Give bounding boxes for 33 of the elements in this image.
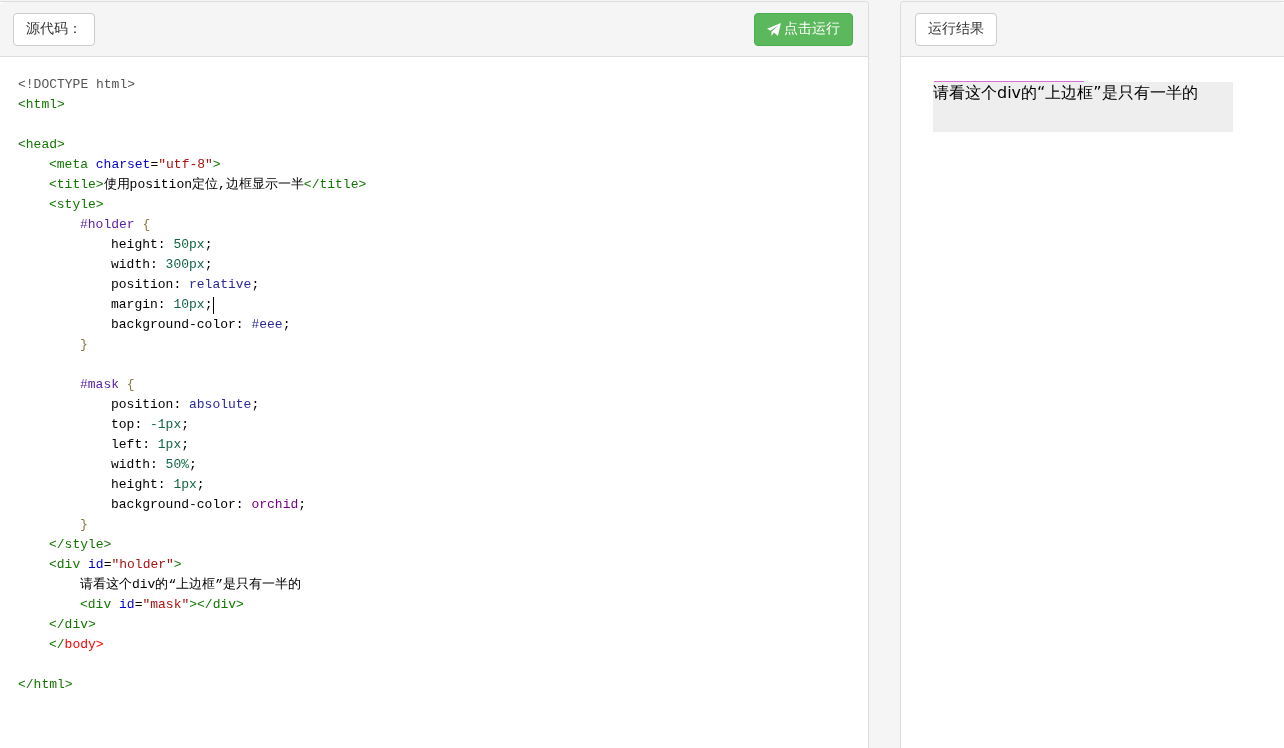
code-line: </body> — [49, 636, 104, 654]
code-line: background-color: orchid; — [111, 496, 307, 514]
code-line: margin: 10px; — [111, 296, 213, 314]
code-line: } — [80, 336, 88, 354]
code-line: top: -1px; — [111, 416, 190, 434]
code-line: <!DOCTYPE html> — [18, 76, 136, 94]
code-line: <head> — [18, 136, 65, 154]
preview-text: 请看这个div的“上边框”是只有一半的 — [933, 83, 1198, 102]
code-line: } — [80, 516, 88, 534]
code-line: position: absolute; — [111, 396, 260, 414]
source-code-button[interactable]: 源代码： — [13, 12, 95, 46]
code-line: #mask { — [80, 376, 135, 394]
code-line: <style> — [49, 196, 104, 214]
code-line: position: relative; — [111, 276, 260, 294]
code-line: width: 300px; — [111, 256, 213, 274]
code-line: <div id="mask"></div> — [80, 596, 244, 614]
code-line: width: 50%; — [111, 456, 197, 474]
paper-plane-icon — [767, 22, 781, 36]
code-line: <div id="holder"> — [49, 556, 182, 574]
code-line: #holder { — [80, 216, 151, 234]
code-line: </style> — [49, 536, 112, 554]
code-line: </div> — [49, 616, 96, 634]
text-cursor-icon — [213, 296, 215, 314]
run-result-button[interactable]: 运行结果 — [915, 12, 997, 46]
code-line: </html> — [18, 676, 73, 694]
code-line: left: 1px; — [111, 436, 190, 454]
code-line: 请看这个div的“上边框”是只有一半的 — [80, 576, 301, 594]
code-line: <meta charset="utf-8"> — [49, 156, 221, 174]
code-line: height: 50px; — [111, 236, 213, 254]
code-line: <html> — [18, 96, 65, 114]
code-line: background-color: #eee; — [111, 316, 291, 334]
code-line: <title>使用position定位,边框显示一半</title> — [49, 176, 367, 194]
code-line: height: 1px; — [111, 476, 205, 494]
